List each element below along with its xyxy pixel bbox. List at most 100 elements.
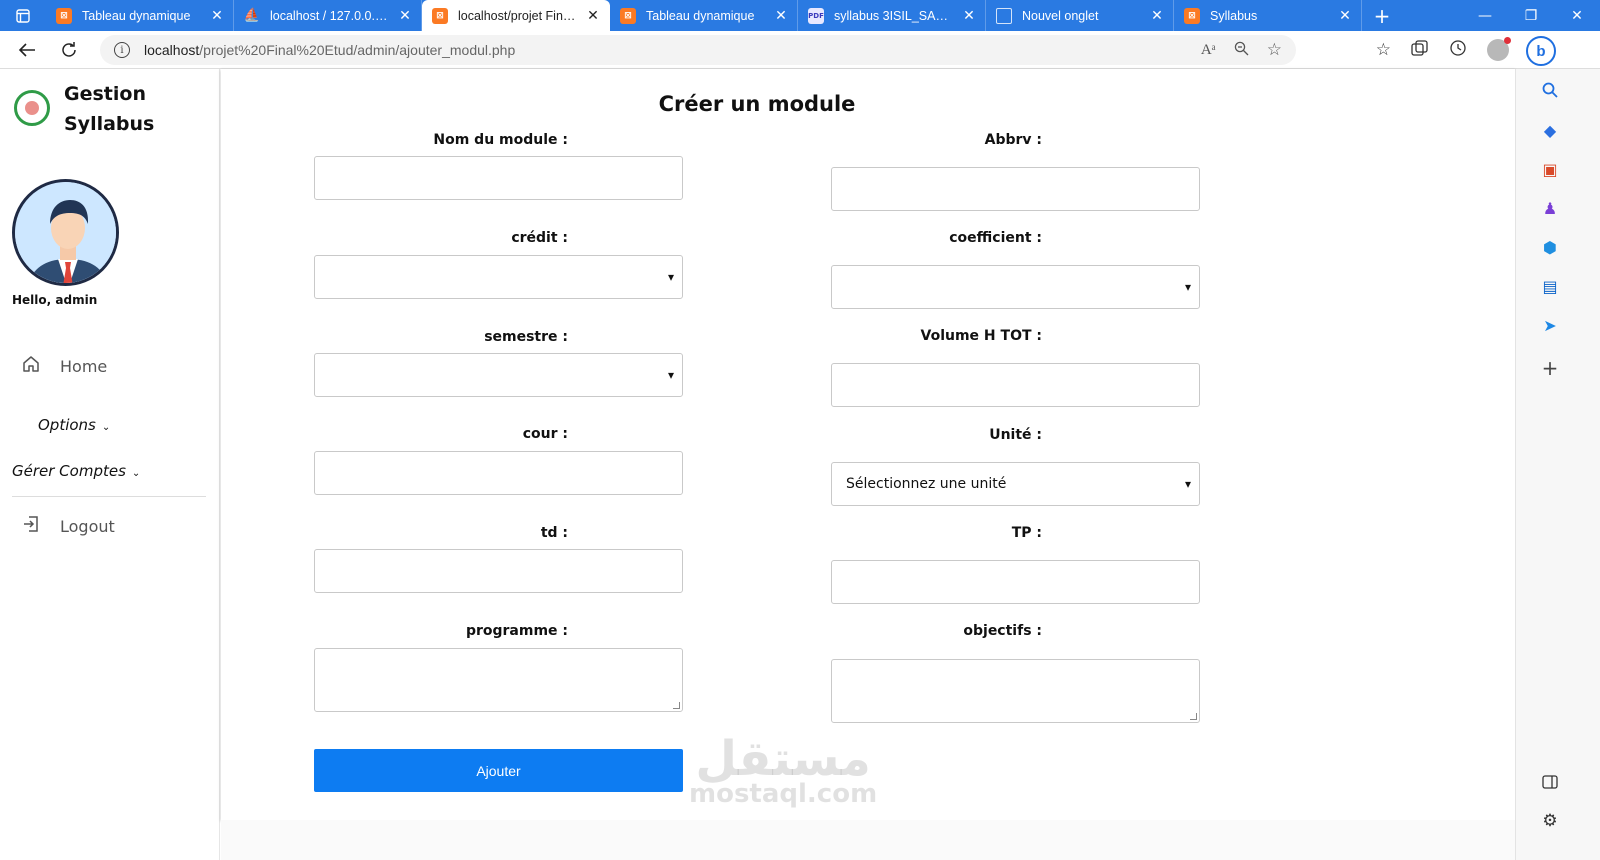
close-tab-icon[interactable]: ✕ (209, 8, 225, 24)
chevron-down-icon: ▾ (667, 368, 674, 382)
main-content: Créer un module Nom du module : crédit :… (221, 69, 1515, 820)
objectifs-textarea[interactable] (831, 659, 1200, 723)
read-aloud-icon[interactable]: Aᵃ (1201, 42, 1216, 59)
unite-selected-value: Sélectionnez une unité (846, 476, 1007, 492)
close-tab-icon[interactable]: ✕ (1149, 8, 1165, 24)
credit-select[interactable]: ▾ (314, 255, 683, 299)
university-logo-icon (14, 90, 50, 126)
history-icon[interactable] (1449, 39, 1467, 61)
browser-tab[interactable]: Nouvel onglet ✕ (986, 0, 1174, 31)
label-abbrv: Abbrv : (984, 132, 1042, 148)
semestre-select[interactable]: ▾ (314, 353, 683, 397)
favorites-icon[interactable]: ☆ (1376, 40, 1391, 60)
bing-copilot-icon[interactable]: b (1526, 36, 1556, 66)
search-icon[interactable] (1539, 79, 1561, 101)
volume-h-tot-input[interactable] (831, 363, 1200, 407)
cour-input[interactable] (314, 451, 683, 495)
pdf-icon: PDF (808, 7, 824, 24)
close-tab-icon[interactable]: ✕ (1337, 8, 1353, 24)
tab-title: Tableau dynamique (646, 8, 755, 23)
home-icon (22, 355, 44, 378)
brand: Gestion Syllabus (14, 79, 154, 139)
drop-icon[interactable]: ➤ (1539, 314, 1561, 336)
tab-title: syllabus 3ISIL_SAD.pdf (834, 8, 955, 23)
address-bar[interactable]: i localhost/projet%20Final%20Etud/admin/… (100, 35, 1296, 65)
tools-icon[interactable]: ▣ (1539, 158, 1561, 180)
nav-options-dropdown[interactable]: Options ⌄ (38, 416, 110, 434)
close-window-icon[interactable]: ✕ (1554, 0, 1600, 31)
label-objectifs: objectifs : (963, 623, 1042, 639)
browser-tools: ☆ ⋯ (1376, 31, 1548, 69)
new-tab-button[interactable]: + (1362, 0, 1402, 31)
office-icon[interactable]: ⬢ (1539, 236, 1561, 258)
page-footer-area (221, 820, 1515, 860)
close-tab-icon[interactable]: ✕ (961, 8, 977, 24)
window-controls: — ❐ ✕ (1462, 0, 1600, 31)
tab-title: localhost/projet Final Et (458, 8, 579, 23)
profile-avatar-icon[interactable] (1487, 37, 1511, 61)
nav-comptes-dropdown[interactable]: Gérer Comptes ⌄ (12, 462, 140, 480)
nav-comptes-label: Gérer Comptes (12, 462, 126, 480)
tab-actions-icon[interactable] (0, 0, 46, 31)
gear-icon[interactable]: ⚙ (1539, 810, 1561, 832)
chevron-down-icon: ▾ (667, 270, 674, 284)
app-sidebar: Gestion Syllabus Hello, admin Home Optio… (0, 69, 220, 860)
outlook-icon[interactable]: ▤ (1539, 275, 1561, 297)
programme-textarea[interactable] (314, 648, 683, 712)
abbrv-input[interactable] (831, 167, 1200, 211)
browser-tab[interactable]: ⛵ localhost / 127.0.0.1 / p ✕ (234, 0, 422, 31)
brand-name: Gestion Syllabus (64, 79, 154, 139)
sidebar-divider (12, 496, 206, 497)
tp-input[interactable] (831, 560, 1200, 604)
label-programme: programme : (465, 623, 568, 639)
restore-icon[interactable]: ❐ (1508, 0, 1554, 31)
browser-edge-sidebar: ◆ ▣ ♟ ⬢ ▤ ➤ + ⚙ (1515, 69, 1600, 860)
label-tp: TP : (1011, 525, 1042, 541)
phpmyadmin-icon: ⛵ (243, 8, 261, 23)
label-credit: crédit : (511, 230, 568, 246)
ajouter-button[interactable]: Ajouter (314, 749, 683, 792)
td-input[interactable] (314, 549, 683, 593)
brand-line-2: Syllabus (64, 113, 155, 135)
tab-title: Tableau dynamique (82, 8, 191, 23)
unite-select[interactable]: Sélectionnez une unité ▾ (831, 462, 1200, 506)
tab-title: Syllabus (1210, 8, 1258, 23)
tab-title: localhost / 127.0.0.1 / p (270, 8, 391, 23)
close-tab-icon[interactable]: ✕ (773, 8, 789, 24)
refresh-icon[interactable] (48, 31, 90, 69)
watermark: مستقل mostaql.com (689, 735, 877, 807)
site-info-icon[interactable]: i (114, 42, 130, 58)
browser-tab[interactable]: PDF syllabus 3ISIL_SAD.pdf ✕ (798, 0, 986, 31)
games-icon[interactable]: ♟ (1539, 197, 1561, 219)
browser-tab[interactable]: ⊠ Tableau dynamique ✕ (610, 0, 798, 31)
browser-tab[interactable]: ⊠ Tableau dynamique ✕ (46, 0, 234, 31)
browser-tab[interactable]: ⊠ Syllabus ✕ (1174, 0, 1362, 31)
coefficient-select[interactable]: ▾ (831, 265, 1200, 309)
sidebar-toggle-icon[interactable] (1539, 771, 1561, 793)
browser-tab-active[interactable]: ⊠ localhost/projet Final Et ✕ (422, 0, 610, 31)
shopping-tag-icon[interactable]: ◆ (1539, 119, 1561, 141)
chevron-down-icon: ⌄ (101, 422, 111, 433)
add-sidebar-app-icon[interactable]: + (1539, 356, 1561, 380)
nom-module-input[interactable] (314, 156, 683, 200)
zoom-out-icon[interactable] (1234, 41, 1249, 60)
close-tab-icon[interactable]: ✕ (585, 8, 601, 24)
xampp-icon: ⊠ (56, 7, 72, 24)
minimize-icon[interactable]: — (1462, 0, 1508, 31)
close-tab-icon[interactable]: ✕ (397, 8, 413, 24)
url-path: /projet%20Final%20Etud/admin/ajouter_mod… (199, 42, 516, 58)
tab-title: Nouvel onglet (1022, 8, 1099, 23)
collections-icon[interactable] (1411, 40, 1429, 60)
nav-home-label: Home (60, 357, 108, 376)
greeting: Hello, admin (12, 293, 98, 307)
nav-home[interactable]: Home (22, 355, 107, 378)
label-coefficient: coefficient : (949, 230, 1042, 246)
logout-icon (22, 515, 44, 538)
xampp-icon: ⊠ (432, 7, 448, 24)
chevron-down-icon: ⌄ (131, 468, 141, 479)
add-favorite-icon[interactable]: ☆ (1267, 40, 1282, 60)
nav-logout[interactable]: Logout (22, 515, 115, 538)
blank-tab-icon (996, 7, 1012, 24)
label-unite: Unité : (989, 427, 1042, 443)
back-arrow-icon[interactable] (6, 31, 48, 69)
